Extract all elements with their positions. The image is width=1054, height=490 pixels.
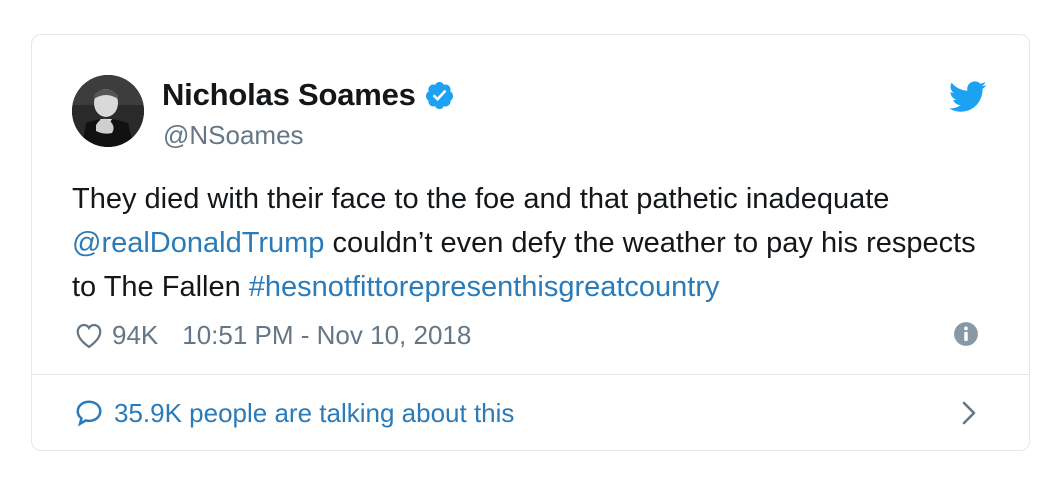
hashtag-link[interactable]: #hesnotfittorepresenthisgreatcountry: [249, 271, 720, 303]
talking-count-text[interactable]: 35.9K people are talking about this: [114, 398, 514, 429]
tweet-card[interactable]: Nicholas Soames @NSoames They died with …: [31, 34, 1030, 451]
chevron-right-icon[interactable]: [959, 399, 979, 427]
mention-link[interactable]: @realDonaldTrump: [72, 227, 324, 259]
verified-badge-icon: [424, 80, 455, 111]
tweet-text: They died with their face to the foe and…: [72, 177, 992, 309]
avatar[interactable]: [72, 75, 144, 147]
author-name[interactable]: Nicholas Soames: [162, 77, 416, 113]
like-count[interactable]: 94K: [112, 320, 158, 351]
divider: [32, 374, 1029, 375]
name-row: Nicholas Soames: [162, 77, 455, 113]
tweet-meta: 94K 10:51 PM - Nov 10, 2018: [74, 317, 989, 353]
tweet-header: Nicholas Soames @NSoames: [72, 75, 989, 155]
twitter-bird-icon[interactable]: [949, 81, 987, 113]
author-handle[interactable]: @NSoames: [163, 120, 304, 151]
heart-icon[interactable]: [74, 321, 104, 349]
speech-bubble-icon: [74, 398, 104, 428]
conversation-link[interactable]: 35.9K people are talking about this: [74, 393, 989, 433]
info-icon[interactable]: [953, 321, 979, 347]
tweet-timestamp[interactable]: 10:51 PM - Nov 10, 2018: [182, 320, 471, 351]
tweet-text-part-1: They died with their face to the foe and…: [72, 183, 890, 215]
